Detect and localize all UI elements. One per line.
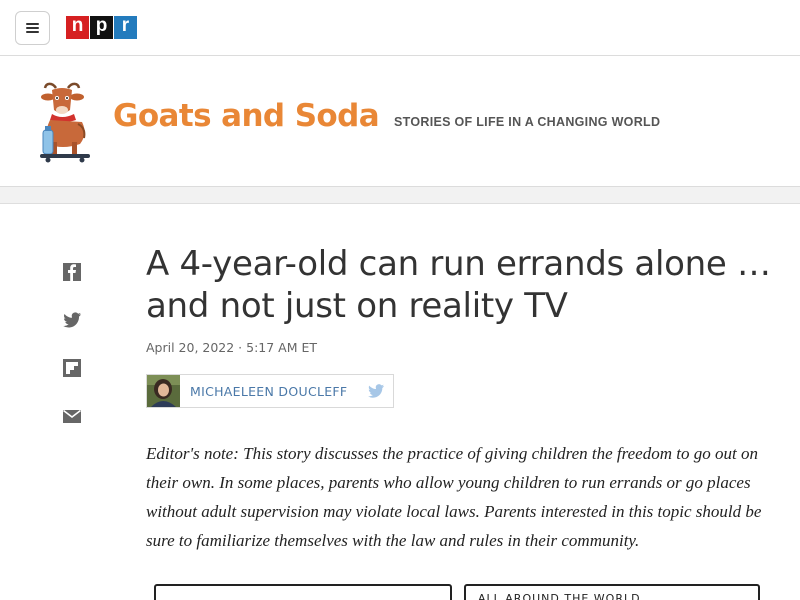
share-rail [62,262,84,454]
author-byline[interactable]: MICHAELEEN DOUCLEFF [146,374,394,408]
author-avatar[interactable] [147,375,180,407]
blog-header: Goats and Soda STORIES OF LIFE IN A CHAN… [0,56,800,187]
npr-logo-letter-n: n [66,15,89,39]
goat-with-bottle-icon[interactable] [34,80,96,164]
blog-tagline: STORIES OF LIFE IN A CHANGING WORLD [394,115,661,129]
email-icon[interactable] [62,406,82,426]
twitter-icon[interactable] [62,310,82,330]
author-name[interactable]: MICHAELEEN DOUCLEFF [190,384,347,399]
article-illustration: ALL AROUND THE WORLD [150,578,762,600]
author-twitter-icon[interactable] [367,383,385,399]
facebook-icon[interactable] [62,262,82,282]
article-dateline: April 20, 2022 · 5:17 AM ET [146,340,318,355]
editors-note: Editor's note: This story discusses the … [146,444,762,550]
hamburger-menu-icon [26,23,39,33]
top-navigation-bar: n p r [0,0,800,56]
comic-caption: ALL AROUND THE WORLD [478,592,641,600]
npr-logo[interactable]: n p r [66,15,138,39]
article-headline: A 4-year-old can run errands alone … and… [146,244,771,326]
comic-panel-right: ALL AROUND THE WORLD [464,584,760,600]
menu-button[interactable] [15,11,50,45]
section-divider [0,187,800,204]
blog-title[interactable]: Goats and Soda [113,98,380,134]
npr-logo-letter-r: r [114,15,137,39]
npr-logo-letter-p: p [90,15,113,39]
flipboard-icon[interactable] [62,358,82,378]
comic-panel-left [154,584,452,600]
